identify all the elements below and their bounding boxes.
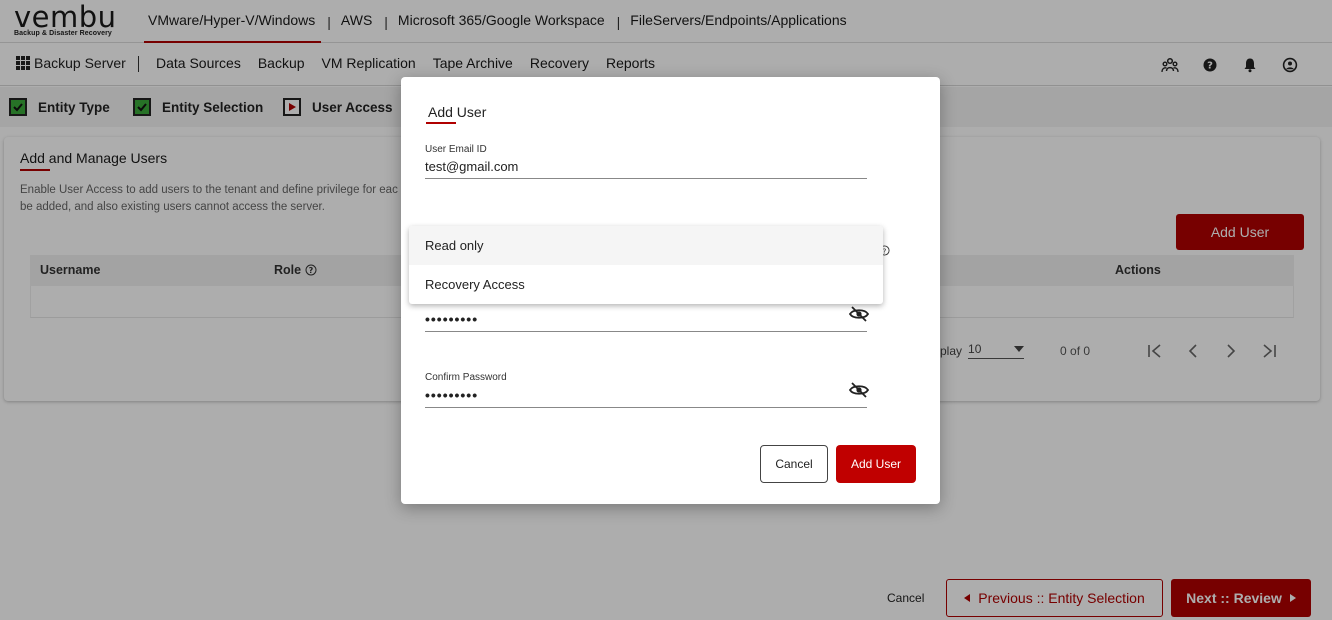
eye-slash-icon[interactable]: [848, 306, 870, 327]
email-value: test@gmail.com: [425, 159, 519, 174]
dialog-add-user-button[interactable]: Add User: [836, 445, 916, 483]
eye-slash-icon[interactable]: [848, 382, 870, 403]
svg-text:?: ?: [883, 246, 887, 255]
access-privilege-dropdown: Read only Recovery Access: [409, 226, 883, 304]
dialog-title: Add User: [428, 104, 487, 120]
email-label: User Email ID: [425, 144, 487, 155]
email-field[interactable]: User Email ID test@gmail.com: [425, 144, 867, 179]
dialog-cancel-button[interactable]: Cancel: [760, 445, 828, 483]
title-underline: [426, 122, 456, 124]
confirm-password-value: •••••••••: [425, 387, 479, 403]
password-value: •••••••••: [425, 311, 479, 327]
option-recovery-access[interactable]: Recovery Access: [409, 265, 883, 304]
confirm-password-field[interactable]: Confirm Password •••••••••: [425, 372, 870, 408]
option-read-only[interactable]: Read only: [409, 226, 883, 265]
confirm-password-label: Confirm Password: [425, 372, 507, 383]
